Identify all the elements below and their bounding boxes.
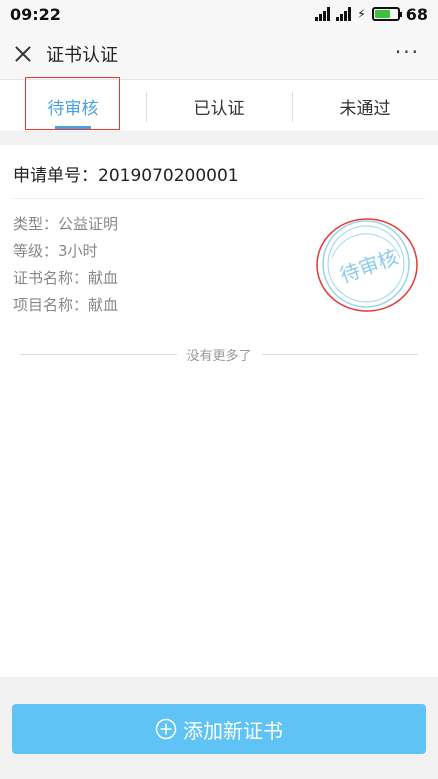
order-number-value: 2019070200001: [98, 166, 239, 186]
status-bar: 09:22 ⚡ 68: [0, 0, 438, 28]
cert-level: 等级：3小时: [13, 242, 98, 260]
card-divider: [13, 198, 425, 199]
empty-content-area: [0, 370, 438, 677]
add-certificate-label: 添加新证书: [183, 718, 283, 743]
list-end-text: 没有更多了: [186, 349, 252, 364]
tab-rejected[interactable]: 未通过: [292, 80, 438, 132]
project-name: 项目名称：献血: [13, 296, 119, 314]
cert-type: 类型：公益证明: [13, 215, 119, 233]
active-tab-indicator: [55, 126, 91, 129]
add-certificate-button[interactable]: 添加新证书: [12, 704, 426, 754]
status-time: 09:22: [10, 4, 61, 24]
signal-3g-icon: [315, 7, 331, 21]
annotation-circle: [316, 218, 418, 312]
battery-icon: [371, 7, 402, 21]
order-number-label: 申请单号：: [13, 166, 98, 186]
cert-name: 证书名称：献血: [13, 269, 119, 287]
page-title: 证书认证: [46, 44, 118, 66]
order-number-row: 申请单号：2019070200001: [13, 161, 239, 186]
battery-level: 68: [405, 4, 428, 24]
plus-circle-icon: [155, 718, 177, 740]
list-end-divider: 没有更多了: [20, 345, 419, 364]
tab-pending[interactable]: 待审核: [0, 80, 146, 132]
tab-certified[interactable]: 已认证: [146, 80, 292, 132]
close-icon[interactable]: [12, 43, 34, 65]
charging-icon: ⚡: [357, 7, 366, 21]
status-icons: ⚡ 68: [315, 5, 428, 24]
nav-bar: 证书认证 ···: [0, 28, 438, 80]
certificate-card[interactable]: 申请单号：2019070200001 类型：公益证明 等级：3小时 证书名称：献…: [0, 145, 438, 370]
more-menu-button[interactable]: ···: [395, 40, 420, 64]
status-tabs: 待审核 已认证 未通过: [0, 80, 438, 132]
signal-4g-icon: [336, 7, 352, 21]
